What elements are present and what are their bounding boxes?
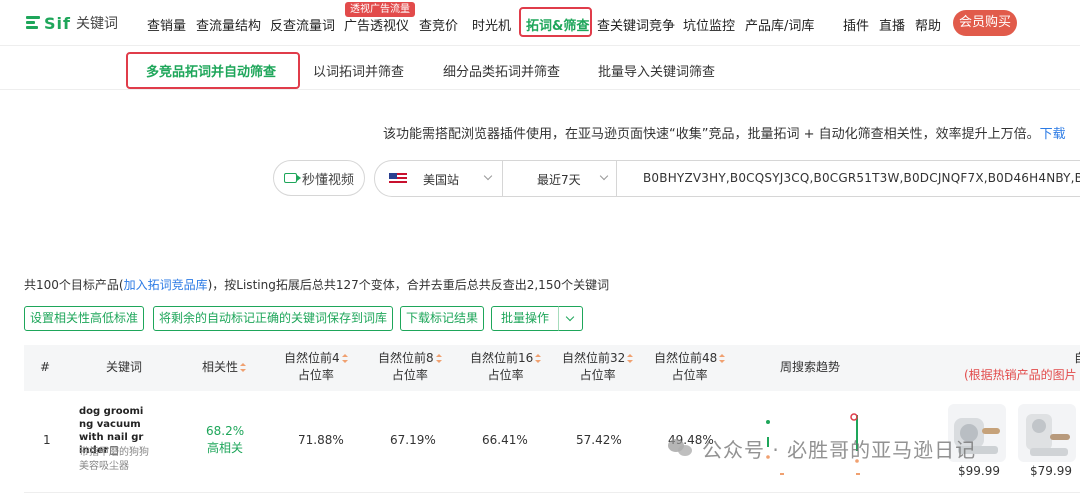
sort-icon: [341, 354, 348, 363]
search-group: 美国站 最近7天 B0BHYZV3HY,B0CQSYJ3CQ,B0CGR51T3…: [374, 160, 1080, 197]
sort-icon: [240, 363, 247, 372]
col-top16-sub: 占位率: [487, 368, 524, 382]
wechat-icon: [668, 437, 694, 459]
tab-highlight-box: [126, 52, 300, 89]
watermark: 公众号 · 必胜哥的亚马逊日记: [668, 433, 976, 463]
nav-ad-insight[interactable]: 广告透视仪: [344, 15, 409, 34]
relevance-label: 高相关: [207, 441, 244, 455]
nav-time-machine[interactable]: 时光机: [472, 15, 511, 34]
add-to-library-link[interactable]: 加入拓词竞品库: [124, 278, 208, 292]
video-button[interactable]: 秒懂视频: [273, 160, 365, 196]
nav-bid[interactable]: 查竞价: [419, 15, 458, 34]
nav-help[interactable]: 帮助: [915, 15, 941, 34]
marketplace-label: 美国站: [423, 173, 460, 187]
tab-batch-import[interactable]: 批量导入关键词筛查: [598, 61, 715, 80]
grooming-vacuum-image: [1026, 414, 1070, 456]
col-weekly-trend: 周搜索趋势: [780, 360, 841, 374]
col-top48[interactable]: 自然位前48 占位率: [654, 350, 726, 384]
col-top16-label: 自然位前16: [470, 351, 534, 365]
col-top48-sub: 占位率: [671, 368, 708, 382]
batch-action-dropdown[interactable]: [558, 306, 583, 331]
nav-reverse-keywords[interactable]: 反查流量词: [270, 15, 335, 34]
tab-keyword-expand[interactable]: 以词拓词并筛查: [313, 61, 404, 80]
col-top32-sub: 占位率: [579, 368, 616, 382]
sort-icon: [719, 354, 726, 363]
set-relevance-button[interactable]: 设置相关性高低标准: [24, 306, 145, 331]
watermark-text: 公众号 · 必胜哥的亚马逊日记: [702, 437, 977, 462]
col-top32-label: 自然位前32: [562, 351, 626, 365]
intro-description: 该功能需搭配浏览器插件使用，在亚马逊页面快速“收集”竞品，批量拓词 + 自动化筛…: [383, 127, 1040, 142]
top16-value: 66.41%: [482, 433, 528, 447]
chevron-down-icon: [565, 312, 575, 322]
nav-keyword-competition[interactable]: 查关键词竞争: [597, 15, 675, 34]
intro-text: 该功能需搭配浏览器插件使用，在亚马逊页面快速“收集”竞品，批量拓词 + 自动化筛…: [383, 123, 1066, 142]
col-top32[interactable]: 自然位前32 占位率: [562, 350, 634, 384]
sort-icon: [435, 354, 442, 363]
nav-traffic-structure[interactable]: 查流量结构: [196, 15, 261, 34]
brand-sub: 关键词: [75, 16, 118, 32]
table-header: # 关键词 相关性 自然位前4 占位率 自然位前8 占位率 自然位前16 占位率 自然…: [24, 345, 1080, 391]
batch-action-button[interactable]: 批量操作: [491, 306, 560, 331]
nav-sales[interactable]: 查销量: [147, 15, 186, 34]
video-camera-icon: [283, 173, 301, 183]
video-button-label: 秒懂视频: [301, 172, 354, 188]
keyword-cn: 带指甲磨的狗狗美容吸尘器: [79, 447, 149, 472]
summary-prefix: 共100个目标产品(: [24, 278, 124, 292]
top4-value: 71.88%: [298, 433, 344, 447]
sort-icon: [535, 354, 542, 363]
col-index: #: [40, 360, 51, 374]
sort-icon: [627, 354, 634, 363]
relevance-percent: 68.2%: [206, 424, 245, 438]
vip-purchase-button[interactable]: 会员购买: [953, 10, 1017, 36]
product-price: $99.99: [958, 464, 1000, 478]
logo[interactable]: Sif 关键词: [26, 13, 118, 33]
trend-point: [766, 420, 770, 424]
nav-slot-monitor[interactable]: 坑位监控: [683, 15, 735, 34]
product-price: $79.99: [1030, 464, 1072, 478]
chevron-down-icon: [483, 171, 493, 181]
col-top48-label: 自然位前48: [654, 351, 718, 365]
col-relevance-label: 相关性: [202, 360, 239, 374]
row-index: 1: [43, 433, 51, 447]
product-image[interactable]: [1018, 404, 1076, 462]
nav-live[interactable]: 直播: [879, 15, 905, 34]
tab-category-expand[interactable]: 细分品类拓词并筛查: [443, 61, 560, 80]
col-keyword: 关键词: [106, 360, 143, 374]
summary-text: 共100个目标产品(加入拓词竞品库)，按Listing拓展后总共127个变体，合…: [24, 276, 609, 293]
col-hot-products-note: (根据热销产品的图片: [964, 368, 1077, 382]
chevron-down-icon: [599, 171, 609, 181]
relevance-cell: 68.2% 高相关: [206, 423, 244, 457]
top8-value: 67.19%: [390, 433, 436, 447]
col-top4-sub: 占位率: [297, 368, 334, 382]
col-top8[interactable]: 自然位前8 占位率: [378, 350, 442, 384]
nav-product-library[interactable]: 产品库/词库: [745, 15, 814, 34]
summary-suffix: )，按Listing拓展后总共127个变体，合并去重后总共反查出2,150个关键…: [207, 278, 610, 292]
nav-plugin[interactable]: 插件: [843, 15, 869, 34]
col-top8-label: 自然位前8: [378, 351, 434, 365]
asin-input[interactable]: B0BHYZV3HY,B0CQSYJ3CQ,B0CGR51T3W,B0DCJNQ…: [643, 171, 1080, 185]
us-flag-icon: [389, 173, 407, 185]
save-to-library-button[interactable]: 将剩余的自动标记正确的关键词保存到词库: [153, 306, 394, 331]
marketplace-select[interactable]: 美国站: [375, 161, 503, 196]
col-top8-sub: 占位率: [391, 368, 428, 382]
nav-highlight-box: [519, 7, 592, 37]
col-top4[interactable]: 自然位前4 占位率: [284, 350, 348, 384]
col-hot-products: 自: [1074, 350, 1080, 367]
col-relevance[interactable]: 相关性: [202, 359, 247, 376]
top-nav: Sif 关键词 查销量 查流量结构 反查流量词 透视广告流量 广告透视仪 查竞价…: [0, 0, 1080, 46]
logo-menu-icon: [26, 16, 40, 30]
date-range-select[interactable]: 最近7天: [503, 161, 617, 196]
date-range-label: 最近7天: [537, 173, 581, 187]
top32-value: 57.42%: [576, 433, 622, 447]
download-link[interactable]: 下载: [1040, 127, 1066, 142]
col-top4-label: 自然位前4: [284, 351, 340, 365]
brand-name: Sif: [44, 13, 71, 33]
col-top16[interactable]: 自然位前16 占位率: [470, 350, 542, 384]
download-results-button[interactable]: 下载标记结果: [400, 306, 485, 331]
